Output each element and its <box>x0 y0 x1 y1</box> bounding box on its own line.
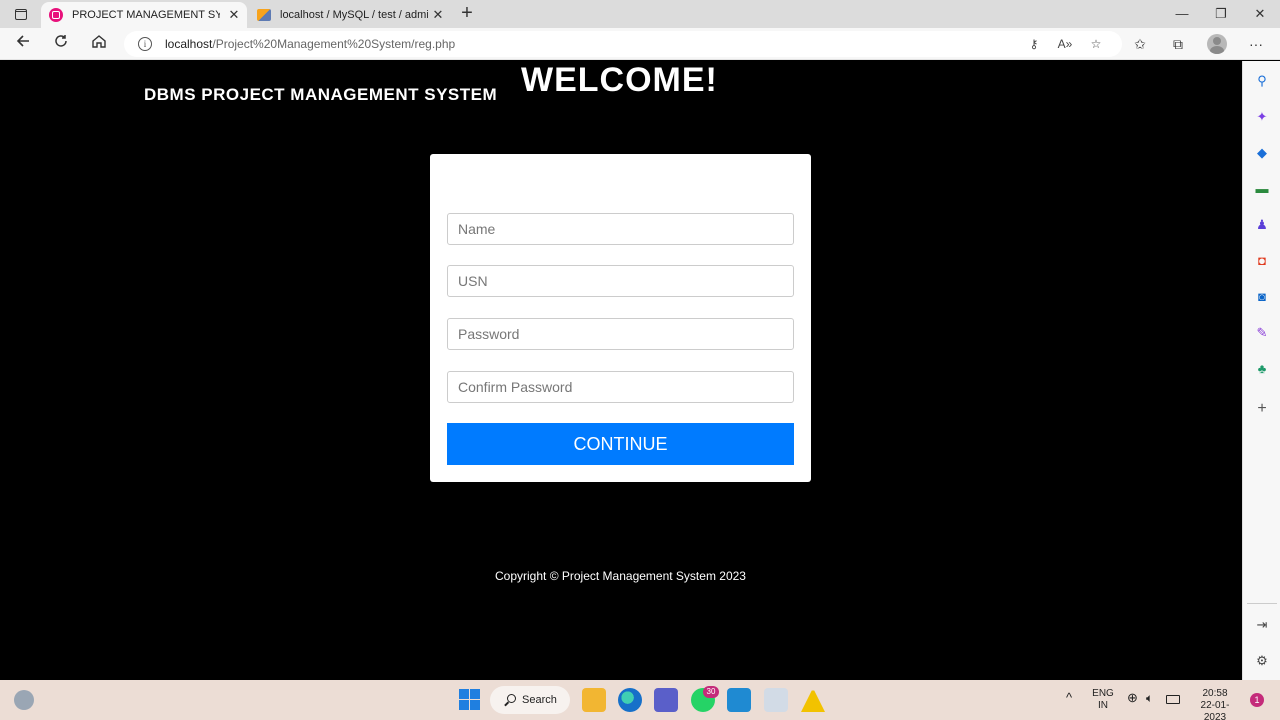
designer-icon[interactable]: ✎ <box>1254 325 1270 341</box>
site-favicon-icon <box>49 8 63 22</box>
more-icon: ··· <box>1249 36 1263 52</box>
minimize-button[interactable]: — <box>1162 4 1202 24</box>
whatsapp-badge: 30 <box>703 686 719 698</box>
maximize-button[interactable]: ❐ <box>1201 4 1241 24</box>
address-bar[interactable]: i localhost/Project%20Management%20Syste… <box>124 31 1122 57</box>
region-code: IN <box>1098 700 1108 711</box>
sidebar-settings-icon[interactable]: ⚙ <box>1254 653 1270 669</box>
tab-actions-button[interactable] <box>8 4 34 24</box>
snipping-tool-icon[interactable] <box>764 688 788 712</box>
notification-badge[interactable]: 1 <box>1250 693 1264 707</box>
tab-title: PROJECT MANAGEMENT SYSTEM <box>72 9 220 21</box>
taskbar: Search <box>0 680 1280 720</box>
back-button[interactable] <box>10 32 36 56</box>
language-code: ENG <box>1092 688 1114 699</box>
show-hidden-icons-chevron-up-icon[interactable]: ^ <box>1066 691 1072 704</box>
tab-strip: PROJECT MANAGEMENT SYSTEM ✕ localhost / … <box>0 0 1280 28</box>
network-globe-icon[interactable]: ⊕ <box>1127 691 1138 704</box>
search-icon <box>507 694 516 703</box>
tab-actions-icon <box>15 8 27 20</box>
tab-project-management[interactable]: PROJECT MANAGEMENT SYSTEM ✕ <box>41 2 247 28</box>
shopping-tag-icon[interactable]: ◆ <box>1254 145 1270 161</box>
hide-sidebar-icon[interactable]: ⇥ <box>1254 617 1270 633</box>
new-tab-button[interactable]: + <box>456 2 478 26</box>
outlook-icon[interactable]: ◙ <box>1254 289 1270 305</box>
start-button[interactable] <box>458 688 482 712</box>
url-host: localhost <box>165 37 213 51</box>
key-icon[interactable]: ⚷ <box>1025 36 1043 52</box>
office-icon[interactable]: ◘ <box>1254 253 1270 269</box>
collections-icon: ⧉ <box>1173 36 1183 52</box>
welcome-heading: WELCOME! <box>521 61 718 99</box>
favorites-button[interactable]: ✩ <box>1128 32 1152 56</box>
home-button[interactable] <box>86 32 112 56</box>
password-input[interactable] <box>447 318 794 350</box>
tab-close-button[interactable]: ✕ <box>431 7 445 23</box>
battery-icon[interactable] <box>1166 695 1180 704</box>
address-toolbar: i localhost/Project%20Management%20Syste… <box>0 28 1280 60</box>
tools-icon[interactable]: ▬ <box>1254 181 1270 197</box>
tab-phpmyadmin[interactable]: localhost / MySQL / test / admin ✕ <box>249 2 451 28</box>
language-indicator[interactable]: ENG IN <box>1092 688 1114 712</box>
refresh-button[interactable] <box>48 32 74 56</box>
tree-icon[interactable]: ♣ <box>1254 361 1270 377</box>
collections-button[interactable]: ⧉ <box>1166 32 1190 56</box>
warning-icon[interactable] <box>801 688 825 712</box>
url-path: /Project%20Management%20System/reg.php <box>212 37 456 51</box>
file-explorer-icon[interactable] <box>582 688 606 712</box>
weather-icon[interactable] <box>14 690 34 710</box>
games-icon[interactable]: ♟ <box>1254 217 1270 233</box>
favorites-icon: ✩ <box>1134 36 1146 52</box>
add-favorite-icon[interactable]: ☆ <box>1087 36 1105 52</box>
volume-icon[interactable]: 🔈︎ <box>1146 692 1153 704</box>
teams-icon[interactable] <box>654 688 678 712</box>
tab-close-button[interactable]: ✕ <box>227 7 241 23</box>
clock-date: 22-01-2023 <box>1200 700 1230 720</box>
profile-avatar[interactable] <box>1207 34 1227 54</box>
search-label: Search <box>522 694 557 706</box>
usn-input[interactable] <box>447 265 794 297</box>
tab-title: localhost / MySQL / test / admin <box>280 9 428 21</box>
clock-time: 20:58 <box>1202 688 1228 699</box>
back-arrow-icon <box>16 35 29 47</box>
clock[interactable]: 20:58 22-01-2023 <box>1190 688 1240 720</box>
phpmyadmin-favicon-icon <box>257 9 271 21</box>
continue-button[interactable]: CONTINUE <box>447 423 794 465</box>
site-info-icon[interactable]: i <box>138 37 152 51</box>
registration-form: CONTINUE <box>430 154 811 482</box>
copyright-footer: Copyright © Project Management System 20… <box>495 569 746 583</box>
confirm-password-input[interactable] <box>447 371 794 403</box>
name-input[interactable] <box>447 213 794 245</box>
url-text[interactable]: localhost/Project%20Management%20System/… <box>165 37 455 51</box>
page-body: DBMS PROJECT MANAGEMENT SYSTEM WELCOME! … <box>0 61 1242 680</box>
brand-title: DBMS PROJECT MANAGEMENT SYSTEM <box>144 85 498 104</box>
settings-menu-button[interactable]: ··· <box>1244 32 1268 56</box>
taskbar-search[interactable]: Search <box>490 686 570 714</box>
sidebar-divider <box>1247 603 1277 604</box>
copilot-icon[interactable]: ✦ <box>1254 109 1270 125</box>
add-sidebar-app-icon[interactable]: + <box>1254 401 1270 417</box>
refresh-icon <box>55 35 67 47</box>
read-aloud-icon[interactable]: A» <box>1056 36 1074 52</box>
edge-browser-icon[interactable] <box>618 688 642 712</box>
window-close-button[interactable]: ✕ <box>1240 4 1280 24</box>
home-icon <box>92 35 106 48</box>
edge-sidebar: ⚲ ✦ ◆ ▬ ♟ ◘ ◙ ✎ ♣ + ⇥ ⚙ <box>1242 61 1280 680</box>
vscode-icon[interactable] <box>727 688 751 712</box>
search-icon[interactable]: ⚲ <box>1254 73 1270 89</box>
